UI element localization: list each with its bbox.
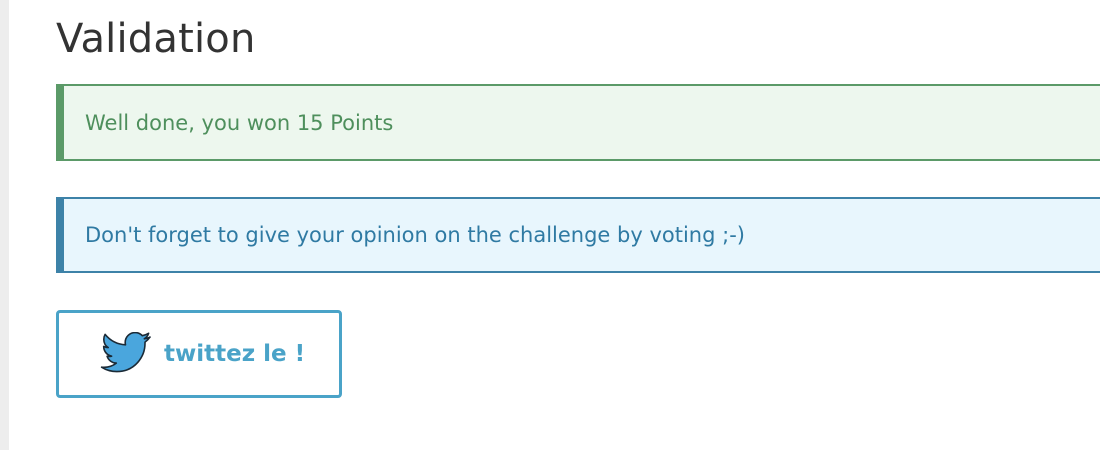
info-alert-text: Don't forget to give your opinion on the… — [85, 223, 745, 247]
info-alert: Don't forget to give your opinion on the… — [56, 197, 1100, 273]
twitter-bird-icon — [100, 332, 152, 376]
page-title: Validation — [56, 16, 256, 62]
left-rail — [0, 0, 9, 450]
validation-section: Validation Well done, you won 15 Points … — [56, 0, 1100, 450]
tweet-button-label: twittez le ! — [164, 341, 306, 367]
success-alert: Well done, you won 15 Points — [56, 84, 1100, 161]
tweet-button[interactable]: twittez le ! — [56, 310, 342, 398]
success-alert-text: Well done, you won 15 Points — [85, 110, 394, 135]
